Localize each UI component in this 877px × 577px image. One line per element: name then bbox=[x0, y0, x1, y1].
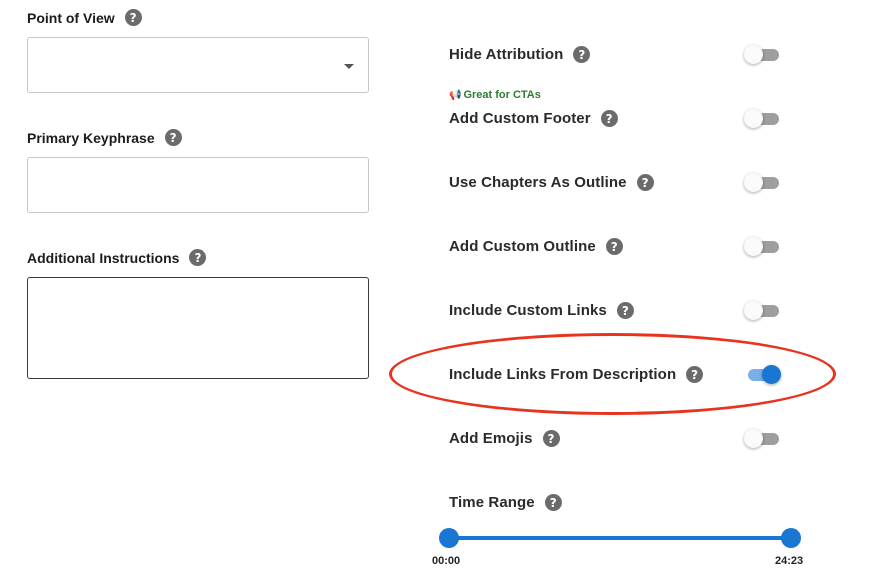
time-range-label: Time Range bbox=[449, 494, 535, 511]
add-custom-outline-toggle[interactable] bbox=[744, 236, 780, 256]
help-icon[interactable]: ? bbox=[124, 9, 142, 26]
point-of-view-label-text: Point of View bbox=[27, 9, 115, 26]
cta-badge: 📢 Great for CTAs bbox=[449, 89, 541, 101]
use-chapters-as-outline-label: Use Chapters As Outline bbox=[449, 174, 627, 191]
add-custom-outline-label: Add Custom Outline bbox=[449, 238, 596, 255]
time-range-slider-track[interactable] bbox=[449, 536, 791, 540]
additional-instructions-label-text: Additional Instructions bbox=[27, 249, 180, 266]
additional-instructions-textarea[interactable] bbox=[27, 277, 369, 379]
add-custom-outline-row: Add Custom Outline ? bbox=[449, 238, 623, 255]
use-chapters-as-outline-toggle[interactable] bbox=[744, 172, 780, 192]
add-emojis-row: Add Emojis ? bbox=[449, 430, 560, 447]
help-icon[interactable]: ? bbox=[544, 494, 562, 511]
hide-attribution-row: Hide Attribution ? bbox=[449, 46, 591, 63]
time-range-end-value: 24:23 bbox=[775, 555, 804, 567]
chevron-down-icon bbox=[344, 64, 354, 69]
help-icon[interactable]: ? bbox=[164, 129, 182, 146]
include-links-from-description-label: Include Links From Description bbox=[449, 366, 677, 383]
help-icon[interactable]: ? bbox=[636, 174, 654, 191]
time-range-end-handle[interactable] bbox=[781, 528, 801, 548]
include-links-from-description-toggle[interactable] bbox=[744, 364, 781, 384]
help-icon[interactable]: ? bbox=[573, 46, 591, 63]
help-icon[interactable]: ? bbox=[616, 302, 634, 319]
primary-keyphrase-input[interactable] bbox=[27, 157, 369, 213]
add-custom-footer-label: Add Custom Footer bbox=[449, 110, 591, 127]
help-icon[interactable]: ? bbox=[542, 430, 560, 447]
use-chapters-as-outline-row: Use Chapters As Outline ? bbox=[449, 174, 654, 191]
primary-keyphrase-label-text: Primary Keyphrase bbox=[27, 129, 155, 146]
time-range-start-value: 00:00 bbox=[432, 555, 461, 567]
include-custom-links-row: Include Custom Links ? bbox=[449, 302, 634, 319]
include-custom-links-label: Include Custom Links bbox=[449, 302, 607, 319]
time-range-start-handle[interactable] bbox=[439, 528, 459, 548]
megaphone-icon: 📢 bbox=[449, 89, 462, 101]
include-custom-links-toggle[interactable] bbox=[744, 300, 780, 320]
time-range-row: Time Range ? bbox=[449, 494, 562, 511]
help-icon[interactable]: ? bbox=[605, 238, 623, 255]
point-of-view-label: Point of View ? bbox=[27, 9, 142, 26]
add-custom-footer-toggle[interactable] bbox=[744, 108, 780, 128]
add-emojis-label: Add Emojis bbox=[449, 430, 533, 447]
cta-badge-text: Great for CTAs bbox=[463, 89, 541, 101]
help-icon[interactable]: ? bbox=[600, 110, 618, 127]
primary-keyphrase-label: Primary Keyphrase ? bbox=[27, 129, 182, 146]
help-icon[interactable]: ? bbox=[686, 366, 704, 383]
point-of-view-select[interactable] bbox=[27, 37, 369, 93]
add-emojis-toggle[interactable] bbox=[744, 428, 780, 448]
add-custom-footer-row: Add Custom Footer ? bbox=[449, 110, 618, 127]
help-icon[interactable]: ? bbox=[189, 249, 207, 266]
hide-attribution-toggle[interactable] bbox=[744, 44, 780, 64]
include-links-from-description-row: Include Links From Description ? bbox=[449, 366, 704, 383]
hide-attribution-label: Hide Attribution bbox=[449, 46, 564, 63]
additional-instructions-label: Additional Instructions ? bbox=[27, 249, 207, 266]
